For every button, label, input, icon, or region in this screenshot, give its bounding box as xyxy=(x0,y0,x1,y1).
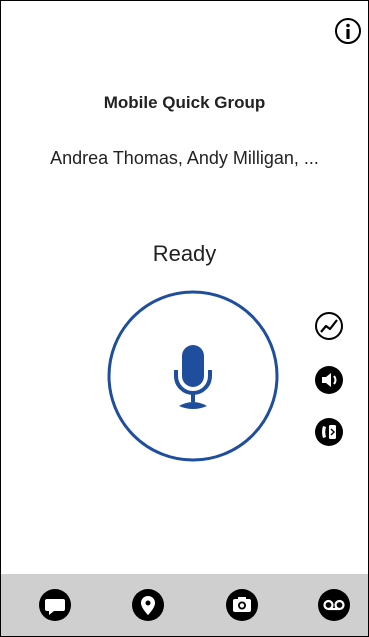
location-icon[interactable] xyxy=(131,588,165,622)
message-icon[interactable] xyxy=(38,588,72,622)
voicemail-icon[interactable] xyxy=(317,588,351,622)
camera-icon[interactable] xyxy=(225,588,259,622)
group-title: Mobile Quick Group xyxy=(103,93,266,112)
app-screen: Mobile Quick Group Andrea Thomas, Andy M… xyxy=(0,0,369,637)
signal-icon[interactable] xyxy=(314,311,344,341)
bluetooth-phone-icon[interactable] xyxy=(314,417,344,447)
speaker-icon[interactable] xyxy=(314,365,344,395)
group-members[interactable]: Andrea Thomas, Andy Milligan, ... xyxy=(1,148,368,169)
push-to-talk-button[interactable] xyxy=(107,290,279,462)
info-icon[interactable] xyxy=(334,17,362,45)
call-status: Ready xyxy=(152,241,217,266)
bottom-navigation xyxy=(1,574,368,636)
